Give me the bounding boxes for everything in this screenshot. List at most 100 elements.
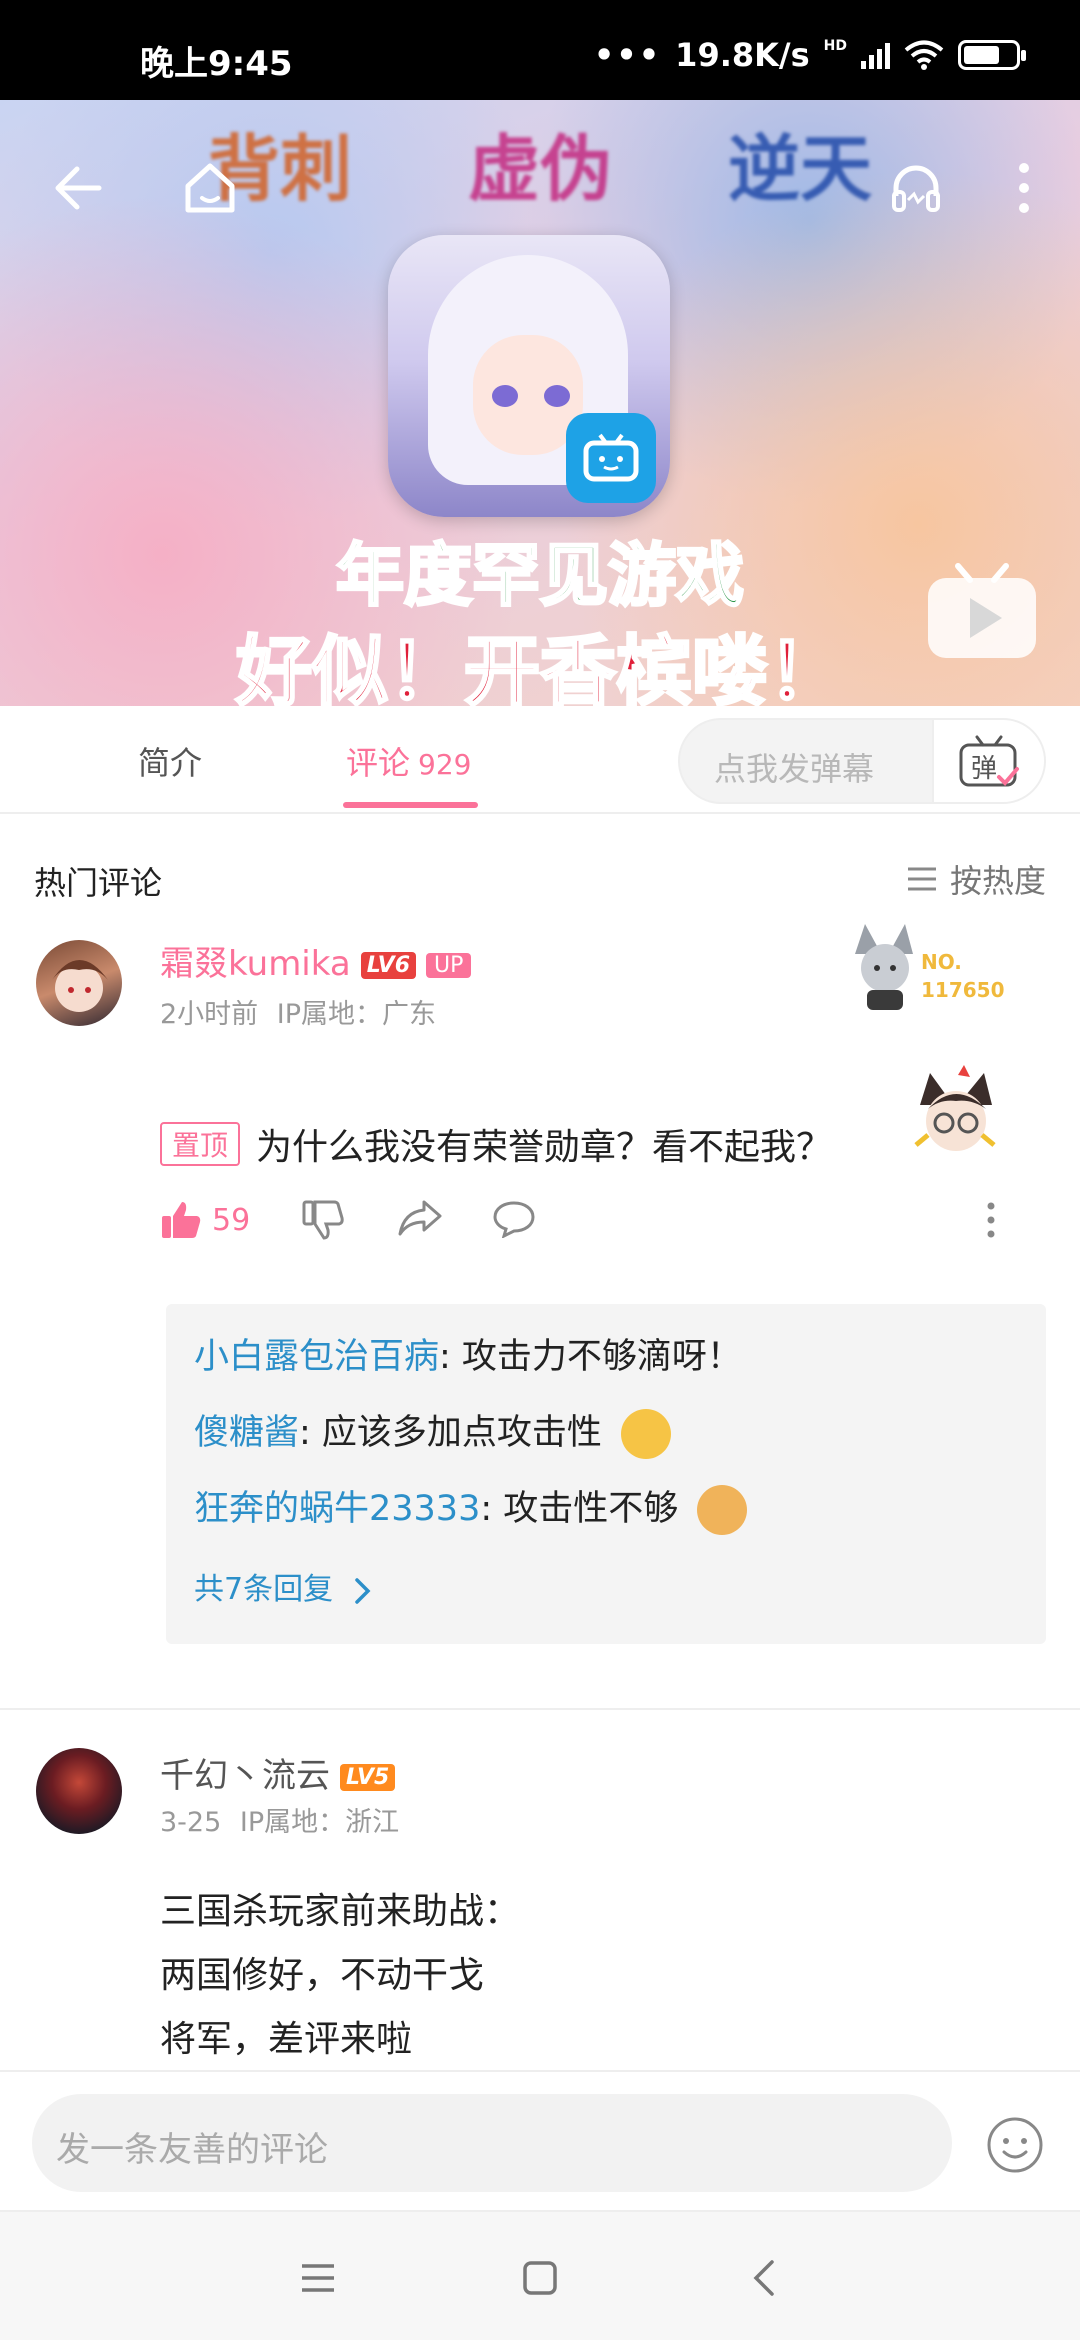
comment-line: 三国杀玩家前来助战： — [160, 1891, 521, 1932]
emoji-picker-icon[interactable] — [986, 2116, 1044, 2174]
share-icon — [398, 1200, 442, 1236]
level-badge: LV6 — [360, 952, 417, 979]
status-time: 晚上9:45 — [140, 44, 293, 84]
more-vertical-icon — [987, 1202, 995, 1238]
thumbs-down-icon — [302, 1200, 344, 1240]
home-button[interactable] — [170, 148, 250, 228]
chevron-right-icon — [354, 1577, 371, 1604]
comment-more-button[interactable] — [986, 1200, 996, 1240]
tab-bar: 简介 评论 929 点我发弹幕 弹 — [0, 706, 1080, 814]
reply-username[interactable]: 狂奔的蜗牛23333 — [194, 1489, 480, 1529]
more-vertical-icon — [1019, 163, 1029, 213]
comment-text: 三国杀玩家前来助战： 两国修好，不动干戈 将军，差评来啦 — [160, 1880, 520, 2072]
comment-ip: IP属地：浙江 — [239, 1807, 400, 1838]
username-text: 千幻丶流云 — [160, 1756, 330, 1796]
reply-text: : 攻击力不够滴呀！ — [439, 1337, 742, 1377]
status-right: ••• 19.8K/s HD — [593, 36, 1026, 74]
audio-mode-button[interactable] — [876, 148, 956, 228]
bilibili-tv-icon — [566, 413, 656, 503]
back-chevron-icon[interactable] — [744, 2256, 788, 2300]
like-count: 59 — [212, 1202, 251, 1238]
hd-badge: HD — [823, 38, 847, 54]
comment-username[interactable]: 霜叕kumika LV6 UP — [160, 936, 472, 985]
sort-button[interactable]: 按热度 — [906, 856, 1046, 902]
smile-emoji-icon — [621, 1409, 672, 1459]
comment-input-bar: 发一条友善的评论 — [0, 2070, 1080, 2210]
fan-badge-value: 117650 — [921, 978, 1005, 1002]
comment-time: 3-25 — [160, 1807, 222, 1838]
tab-comments-label: 评论 — [346, 744, 411, 782]
banner-headline-1: 年度罕见游戏 — [334, 536, 745, 618]
username-text: 霜叕kumika — [160, 944, 351, 984]
back-button[interactable] — [38, 148, 118, 228]
comment-meta: 3-25 IP属地：浙江 — [160, 1800, 399, 1839]
more-dots-icon: ••• — [593, 36, 662, 74]
network-speed: 19.8K/s — [675, 36, 810, 74]
comment-ip: IP属地：广东 — [276, 999, 437, 1030]
headphones-icon — [892, 165, 940, 212]
status-bar: 晚上9:45 ••• 19.8K/s HD — [0, 0, 1080, 100]
play-icon[interactable] — [924, 562, 1040, 662]
dislike-button[interactable] — [302, 1200, 344, 1240]
game-icon-image — [388, 235, 670, 517]
level-badge: LV5 — [340, 1764, 396, 1791]
view-all-replies-link[interactable]: 共7条回复 — [194, 1564, 373, 1608]
comment-line: 将军，差评来啦 — [160, 2019, 413, 2060]
banner-word: 虚伪 — [467, 127, 612, 211]
danmaku-icon: 弹 — [959, 735, 1019, 787]
reply-item[interactable]: 傻糖酱: 应该多加点攻击性 — [194, 1404, 672, 1459]
share-button[interactable] — [398, 1200, 442, 1236]
wifi-icon — [904, 40, 944, 70]
reply-item[interactable]: 小白露包治百病: 攻击力不够滴呀！ — [194, 1328, 742, 1379]
fan-badge-figure-icon — [855, 924, 913, 1010]
thumbs-up-icon — [162, 1202, 201, 1238]
doge-emoji-icon — [697, 1485, 748, 1535]
sort-label: 按热度 — [949, 862, 1046, 900]
fan-badge[interactable]: NO. 117650 — [845, 918, 1035, 1018]
comment-input[interactable]: 发一条友善的评论 — [32, 2094, 952, 2192]
fan-badge-number: NO. 117650 — [921, 948, 1005, 1004]
video-player[interactable]: 背刺 虚伪 逆天 年度罕见游戏 好似！开香槟喽！ — [0, 100, 1080, 706]
comment-bubble-icon — [493, 1201, 535, 1238]
system-nav-bar — [0, 2210, 1080, 2340]
reply-text: : 攻击性不够 — [480, 1489, 679, 1529]
danmaku-button-label: 弹 — [971, 754, 997, 784]
hot-comments-title: 热门评论 — [34, 864, 163, 902]
danmaku-button[interactable]: 弹 — [932, 720, 1044, 802]
reply-text: : 应该多加点攻击性 — [299, 1413, 602, 1453]
comment-text: 置顶 为什么我没有荣誉勋章？看不起我？ — [160, 1118, 832, 1170]
tab-comments[interactable]: 评论 929 — [346, 738, 471, 784]
reply-preview-box[interactable]: 小白露包治百病: 攻击力不够滴呀！ 傻糖酱: 应该多加点攻击性 狂奔的蜗牛233… — [166, 1304, 1046, 1644]
more-menu-button[interactable] — [984, 148, 1064, 228]
comment-line: 两国修好，不动干戈 — [160, 1955, 485, 1996]
tab-intro[interactable]: 简介 — [138, 738, 202, 784]
up-badge: UP — [426, 953, 472, 978]
avatar[interactable] — [36, 1748, 122, 1834]
battery-icon — [958, 40, 1026, 70]
danmaku-input[interactable]: 点我发弹幕 弹 — [678, 718, 1046, 804]
tab-comments-count: 929 — [418, 748, 472, 781]
back-arrow-icon — [55, 166, 102, 210]
reply-username[interactable]: 小白露包治百病 — [194, 1337, 439, 1377]
view-all-replies-label: 共7条回复 — [194, 1572, 334, 1607]
comment-time: 2小时前 — [160, 999, 259, 1030]
comment-content: 为什么我没有荣誉勋章？看不起我？ — [256, 1127, 833, 1168]
reply-button[interactable] — [492, 1200, 536, 1238]
like-button[interactable]: 59 — [160, 1200, 250, 1240]
comment-username[interactable]: 千幻丶流云 LV5 — [160, 1748, 396, 1797]
signal-icon — [861, 41, 890, 69]
comment-actions: 59 — [160, 1200, 1010, 1260]
tab-active-indicator — [343, 802, 478, 808]
sort-menu-icon — [907, 867, 936, 891]
home-icon — [185, 163, 235, 213]
banner-headline-2: 好似！开香槟喽！ — [235, 626, 846, 707]
home-square-icon[interactable] — [518, 2256, 562, 2300]
comment-input-placeholder: 发一条友善的评论 — [56, 2130, 328, 2170]
avatar[interactable] — [36, 940, 122, 1026]
reply-username[interactable]: 傻糖酱 — [194, 1413, 299, 1453]
comment-meta: 2小时前 IP属地：广东 — [160, 992, 436, 1031]
recent-apps-icon[interactable] — [296, 2256, 340, 2300]
pinned-tag: 置顶 — [160, 1122, 241, 1166]
reply-item[interactable]: 狂奔的蜗牛23333: 攻击性不够 — [194, 1480, 748, 1535]
banner-word: 逆天 — [727, 127, 872, 211]
